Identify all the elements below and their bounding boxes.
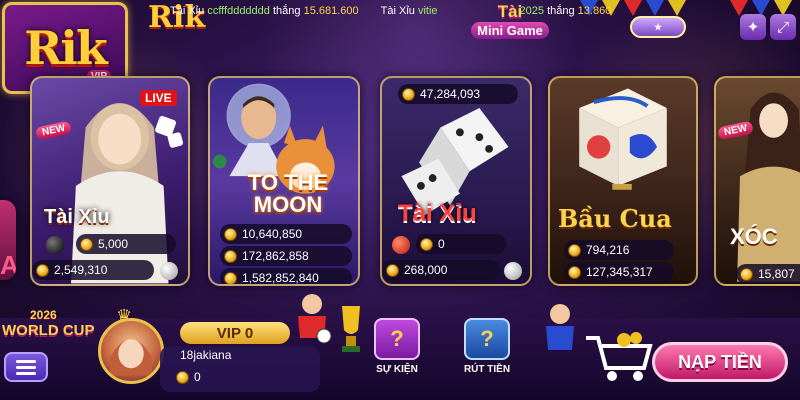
white-ball-icon (160, 262, 178, 280)
coin-icon (224, 249, 237, 263)
coin-icon (224, 271, 237, 284)
dealer-image (737, 92, 800, 282)
world-cup-year: 2026 (30, 308, 57, 322)
event-icon[interactable]: ★ (630, 16, 686, 38)
bet-row: 794,216 (564, 240, 674, 260)
menu-icon[interactable] (4, 352, 48, 382)
ticker-amount: 15.681.600 (303, 5, 359, 17)
coin-icon (568, 265, 581, 279)
bet-value: 127,345,317 (586, 265, 653, 279)
game-title: XÓC (730, 224, 778, 249)
withdraw-button[interactable]: ? RÚT TIỀN (452, 318, 522, 375)
football-player-icon (546, 304, 574, 350)
game-card-tai-xiu[interactable]: 47,284,093 Tài Xỉu 0 268,000 (380, 76, 532, 286)
bet-value: 0 (438, 237, 445, 251)
bet-row: 5,000 (76, 234, 176, 254)
coin-icon (740, 267, 753, 281)
game-title: Tài Xỉu (398, 200, 477, 227)
game-card-edge[interactable]: A (0, 200, 16, 280)
ticker-user: vitie (417, 5, 438, 17)
game-card-xoc-dia[interactable]: XÓC 15,807 (714, 76, 800, 286)
coin-icon (80, 237, 93, 251)
game-card-to-the-moon[interactable]: TO THE MOON 10,640,850 172,862,858 1,582… (208, 76, 360, 286)
live-badge: LIVE (140, 90, 177, 106)
withdraw-card-icon: ? (464, 318, 510, 360)
bet-row: 268,000 (382, 260, 500, 280)
game-title: Bầu Cua (558, 204, 672, 233)
coin-icon (176, 370, 189, 384)
username: 18jakiana (180, 348, 232, 362)
jackpot-value: 10,640,850 (242, 227, 303, 241)
events-button[interactable]: ? SỰ KIỆN (362, 318, 432, 375)
shopping-cart-icon (586, 332, 653, 381)
mini-game-button[interactable]: Tài Mini Game (470, 2, 550, 58)
coin-icon (420, 237, 433, 251)
jackpot-row: 47,284,093 (398, 84, 518, 104)
red-ball-icon (392, 236, 410, 254)
bet-value: 15,807 (758, 267, 795, 281)
logo-text: Rik (24, 21, 108, 75)
deposit-button[interactable]: NẠP TIỀN (652, 342, 788, 382)
game-card-tai-xiu-live[interactable]: Tài Xỉu 5,000 2,549,310 (30, 76, 190, 286)
jackpot-row: 1,582,852,840 (220, 268, 352, 285)
ticker-game: Tài Xỉu (380, 5, 415, 17)
ticker-user: ccfffddddddd (207, 5, 270, 17)
ticker-game: Tài Xỉu (170, 5, 205, 17)
coin-icon (224, 227, 237, 241)
bet-row: 2,549,310 (32, 260, 154, 280)
bet-value: 2,549,310 (54, 263, 108, 277)
balance-value: 0 (194, 370, 201, 384)
ticker-amount: 13.860 (577, 5, 612, 17)
vip-level[interactable]: VIP 0 (180, 322, 290, 344)
bet-row: 0 (416, 234, 506, 254)
ticker-item: Tài Xỉu vitie (381, 5, 438, 17)
events-label: SỰ KIỆN (376, 364, 418, 375)
mini-game-subtitle: Mini Game (471, 22, 549, 39)
bet-row: 15,807 (736, 264, 800, 284)
ticker-item: Tài Xỉu ccfffddddddd thắng 15.681.600 (170, 5, 359, 17)
ticker-verb: thắng (272, 5, 301, 17)
ticker-verb: thắng (547, 5, 575, 17)
gift-box-icon: ? (374, 318, 420, 360)
jackpot-value: 172,862,858 (242, 249, 309, 263)
coin-icon (386, 263, 399, 277)
coin-icon (568, 243, 581, 257)
withdraw-label: RÚT TIỀN (463, 364, 511, 375)
game-title: Tài Xỉu (44, 206, 110, 228)
coin-icon (402, 87, 415, 101)
fullscreen-icon[interactable]: ⤢ (770, 14, 796, 40)
game-card-bau-cua[interactable]: Bầu Cua 794,216 127,345,317 (548, 76, 698, 286)
jackpot-value: 47,284,093 (420, 87, 481, 101)
coin-icon (36, 263, 49, 277)
game-title: TO THE MOON (247, 170, 329, 217)
jackpot-value: 1,582,852,840 (242, 271, 319, 285)
world-cup-label: WORLD CUP (2, 322, 95, 339)
trophy-icon (342, 306, 360, 352)
balance: 0 (176, 370, 201, 384)
bet-row: 127,345,317 (564, 262, 674, 282)
bet-value: 794,216 (586, 243, 630, 257)
bet-value: 268,000 (404, 263, 448, 277)
avatar[interactable] (98, 318, 164, 384)
white-ball-icon (504, 262, 522, 280)
black-ball-icon (46, 236, 64, 254)
win-ticker: Tài Xỉu ccfffddddddd thắng 15.681.600 Tà… (170, 0, 630, 22)
football-player-icon (298, 294, 332, 344)
mini-game-title: Tài (497, 2, 523, 21)
bet-value: 5,000 (98, 237, 129, 251)
world-cup-banner[interactable]: 2026 WORLD CUP (2, 308, 95, 356)
jackpot-row: 172,862,858 (220, 246, 352, 266)
puzzle-icon[interactable]: ✦ (740, 14, 766, 40)
jackpot-row: 10,640,850 (220, 224, 352, 244)
